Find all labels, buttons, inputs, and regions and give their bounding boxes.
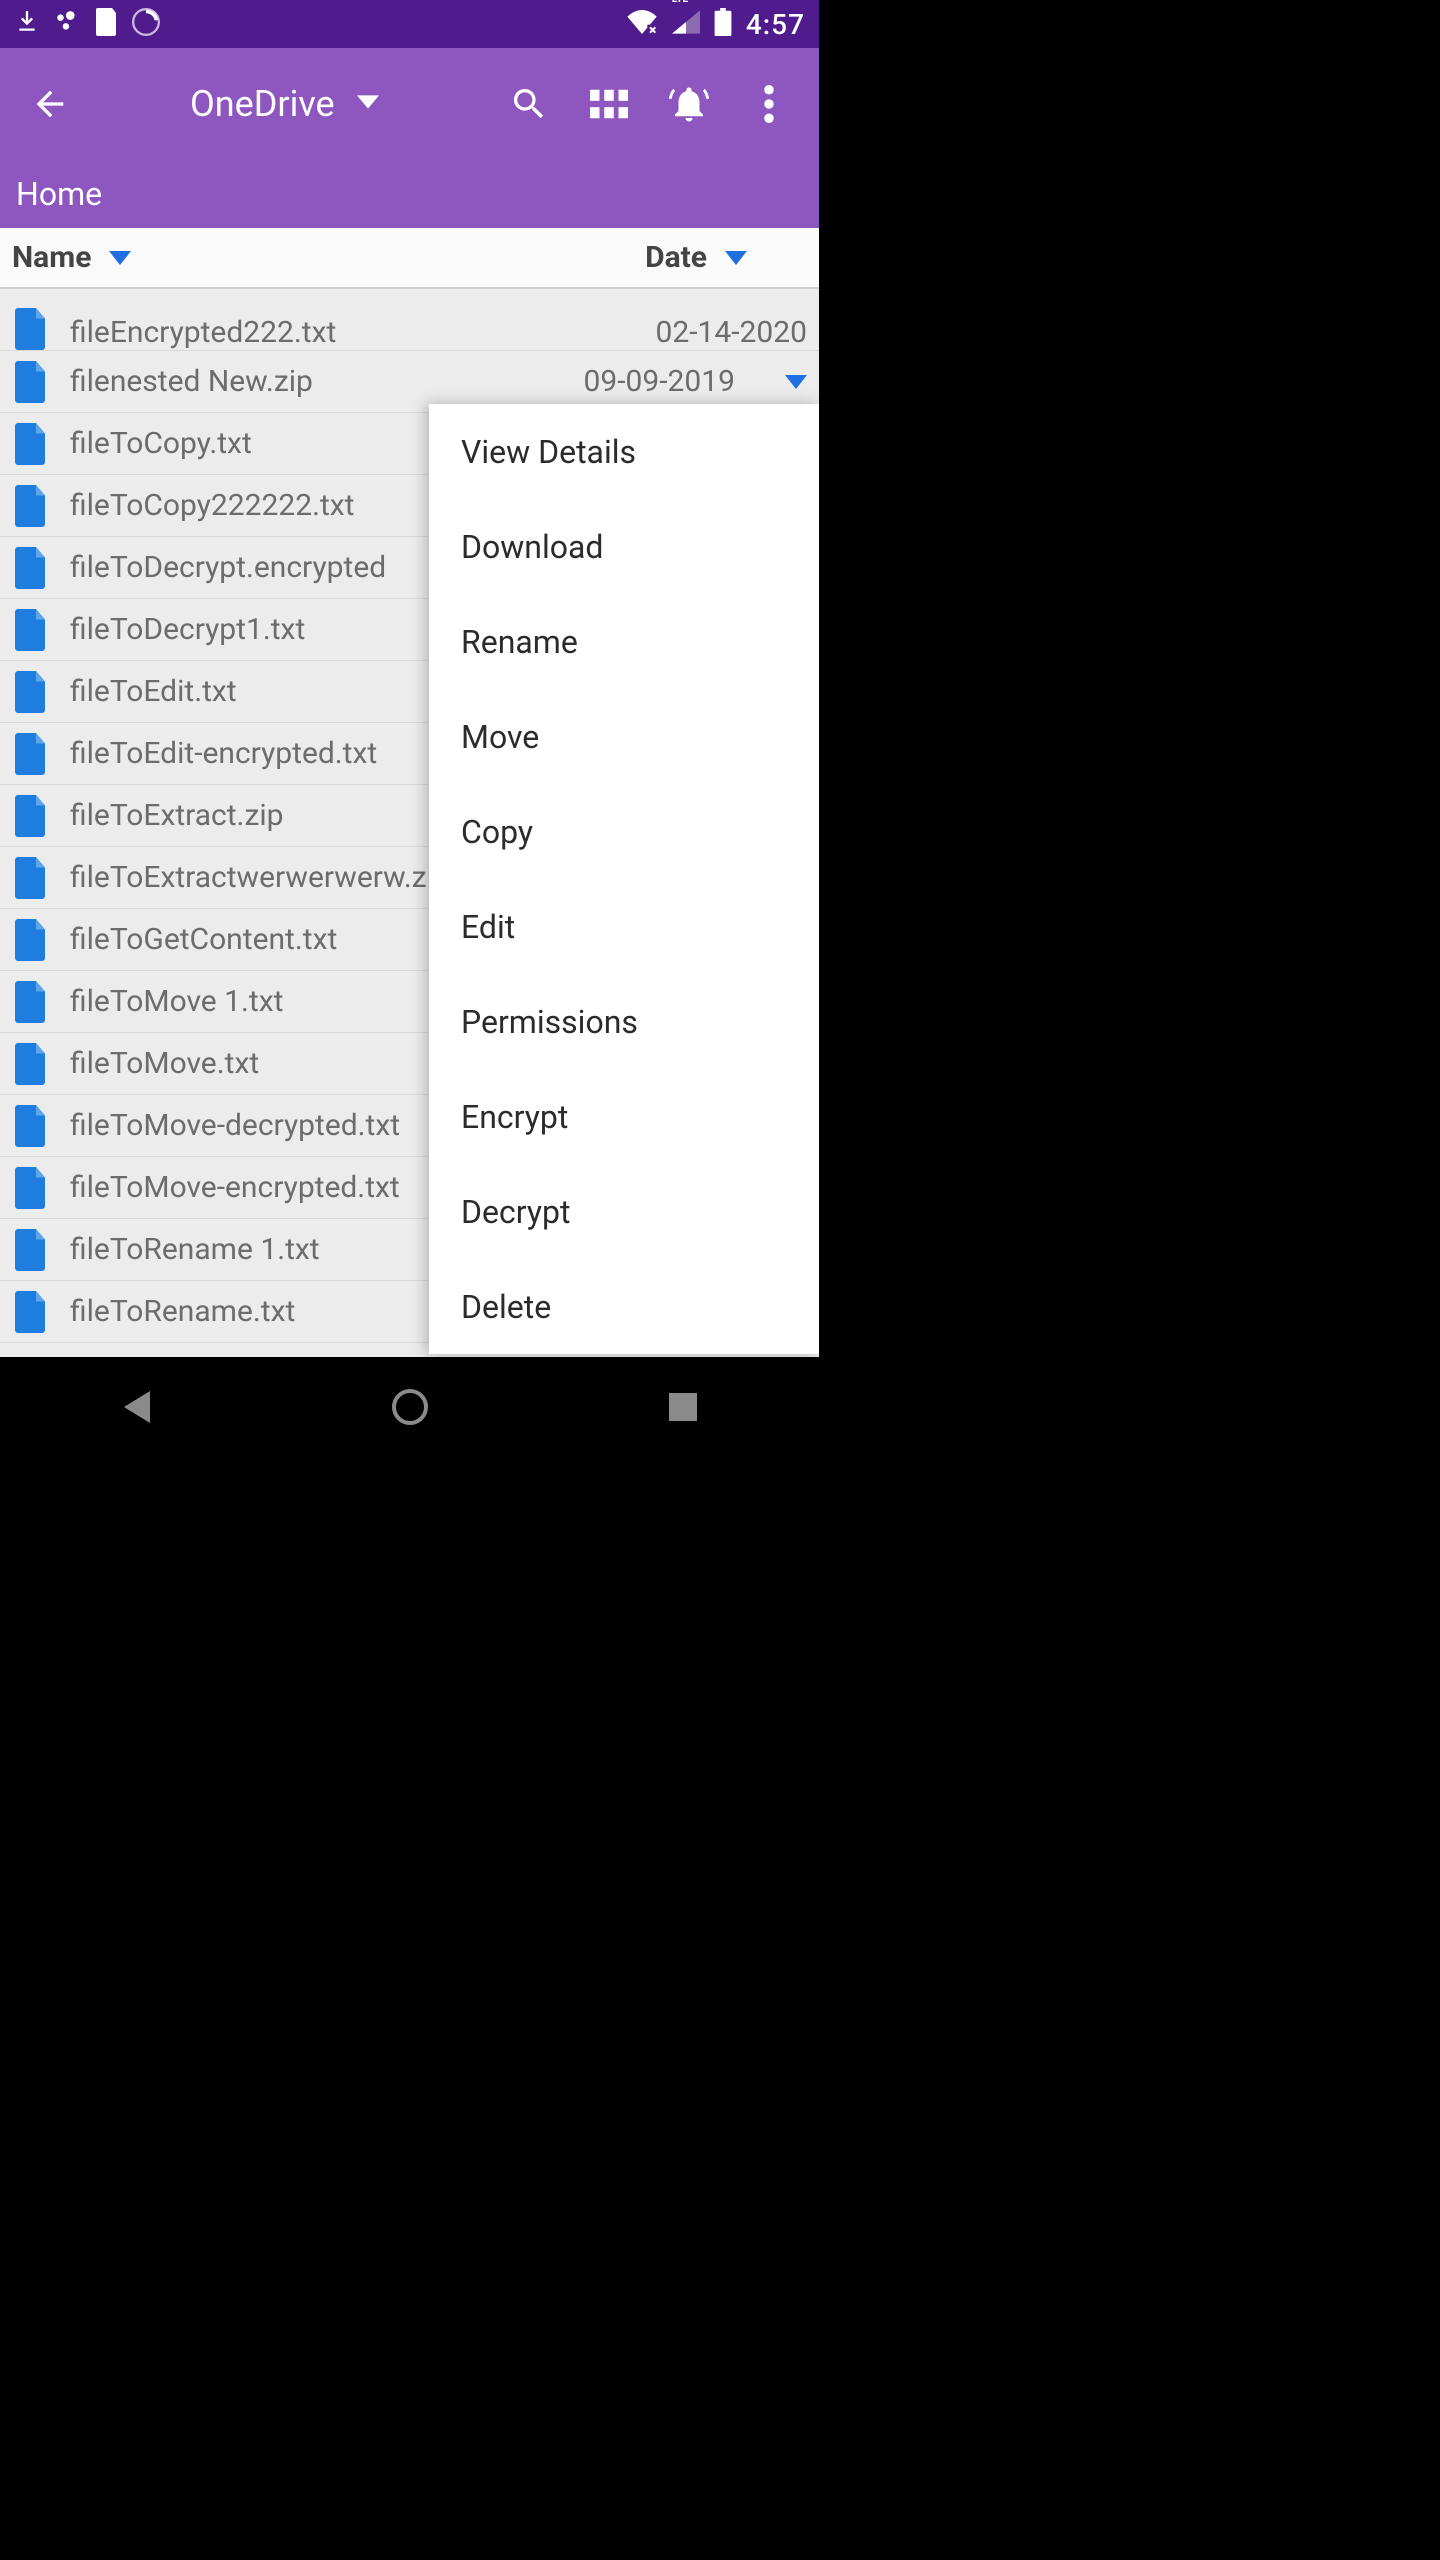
file-name: fileToMove.txt <box>70 1046 259 1081</box>
dropdown-icon <box>357 94 379 113</box>
row-actions-icon[interactable] <box>785 375 807 389</box>
status-bar: LTE 4:57 <box>0 0 819 48</box>
file-icon <box>12 919 48 961</box>
file-icon <box>12 1229 48 1271</box>
menu-item-encrypt[interactable]: Encrypt <box>429 1069 819 1164</box>
file-name: fileToDecrypt1.txt <box>70 612 305 647</box>
file-icon <box>12 981 48 1023</box>
file-name: fileToDecrypt.encrypted <box>70 550 386 585</box>
file-icon <box>12 795 48 837</box>
file-name: fileToRename 1.txt <box>70 1232 320 1267</box>
file-name: fileToExtract.zip <box>70 798 284 833</box>
menu-item-delete[interactable]: Delete <box>429 1259 819 1354</box>
file-icon <box>12 733 48 775</box>
sort-by-name[interactable]: Name <box>12 240 131 275</box>
menu-item-move[interactable]: Move <box>429 689 819 784</box>
file-icon <box>12 857 48 899</box>
status-time: 4:57 <box>746 8 805 41</box>
file-icon <box>12 1291 48 1333</box>
nav-home-button[interactable] <box>350 1377 470 1437</box>
file-name: fileEncrypted222.txt <box>70 315 336 350</box>
sort-indicator-icon <box>725 251 747 265</box>
context-menu: View DetailsDownloadRenameMoveCopyEditPe… <box>429 404 819 1354</box>
grid-view-button[interactable] <box>569 48 649 159</box>
sdcard-icon <box>94 8 118 40</box>
file-name: fileToRename.txt <box>70 1294 295 1329</box>
file-icon <box>12 1043 48 1085</box>
file-date: 09-09-2019 <box>584 364 735 399</box>
file-icon <box>12 308 48 350</box>
file-row[interactable]: fileEncrypted222.txt 02-14-2020 <box>0 289 819 351</box>
file-icon <box>12 423 48 465</box>
app-title: OneDrive <box>190 83 335 125</box>
menu-item-decrypt[interactable]: Decrypt <box>429 1164 819 1259</box>
sort-date-label: Date <box>645 240 707 275</box>
account-dropdown[interactable]: OneDrive <box>190 83 379 125</box>
menu-item-download[interactable]: Download <box>429 499 819 594</box>
file-icon <box>12 1167 48 1209</box>
sort-name-label: Name <box>12 240 91 275</box>
file-name: fileToEdit.txt <box>70 674 237 709</box>
file-name: fileToExtractwerwerwerw.zip <box>70 860 451 895</box>
system-nav-bar <box>0 1357 819 1456</box>
menu-item-copy[interactable]: Copy <box>429 784 819 879</box>
breadcrumb-label: Home <box>16 175 102 213</box>
file-name: fileToEdit-encrypted.txt <box>70 736 377 771</box>
file-name: fileToMove-encrypted.txt <box>70 1170 400 1205</box>
file-icon <box>12 485 48 527</box>
menu-item-rename[interactable]: Rename <box>429 594 819 689</box>
nav-back-button[interactable] <box>77 1377 197 1437</box>
file-name: fileToCopy.txt <box>70 426 252 461</box>
notifications-button[interactable] <box>649 48 729 159</box>
file-name: fileToCopy222222.txt <box>70 488 355 523</box>
battery-icon <box>714 8 732 40</box>
back-button[interactable] <box>10 48 90 159</box>
sync-icon <box>132 8 160 40</box>
file-icon <box>12 547 48 589</box>
file-icon <box>12 361 48 403</box>
file-name: fileToMove-decrypted.txt <box>70 1108 400 1143</box>
sort-indicator-icon <box>109 251 131 265</box>
search-button[interactable] <box>489 48 569 159</box>
breadcrumb[interactable]: Home <box>0 159 819 228</box>
file-icon <box>12 671 48 713</box>
menu-item-permissions[interactable]: Permissions <box>429 974 819 1069</box>
nav-recent-button[interactable] <box>623 1377 743 1437</box>
file-list[interactable]: fileEncrypted222.txt 02-14-2020 filenested… <box>0 289 819 1357</box>
app-bar: OneDrive <box>0 48 819 159</box>
sort-by-date[interactable]: Date <box>645 240 747 275</box>
file-name: fileToGetContent.txt <box>70 922 337 957</box>
menu-item-view-details[interactable]: View Details <box>429 404 819 499</box>
file-name: fileToMove 1.txt <box>70 984 283 1019</box>
processing-icon <box>54 9 80 39</box>
file-date: 02-14-2020 <box>656 315 807 350</box>
file-name: filenested New.zip <box>70 364 313 399</box>
file-icon <box>12 609 48 651</box>
wifi-icon <box>626 10 658 38</box>
download-icon <box>14 9 40 39</box>
sort-header: Name Date <box>0 228 819 289</box>
signal-icon: LTE <box>672 10 700 38</box>
overflow-menu-button[interactable] <box>729 48 809 159</box>
menu-item-edit[interactable]: Edit <box>429 879 819 974</box>
file-icon <box>12 1105 48 1147</box>
